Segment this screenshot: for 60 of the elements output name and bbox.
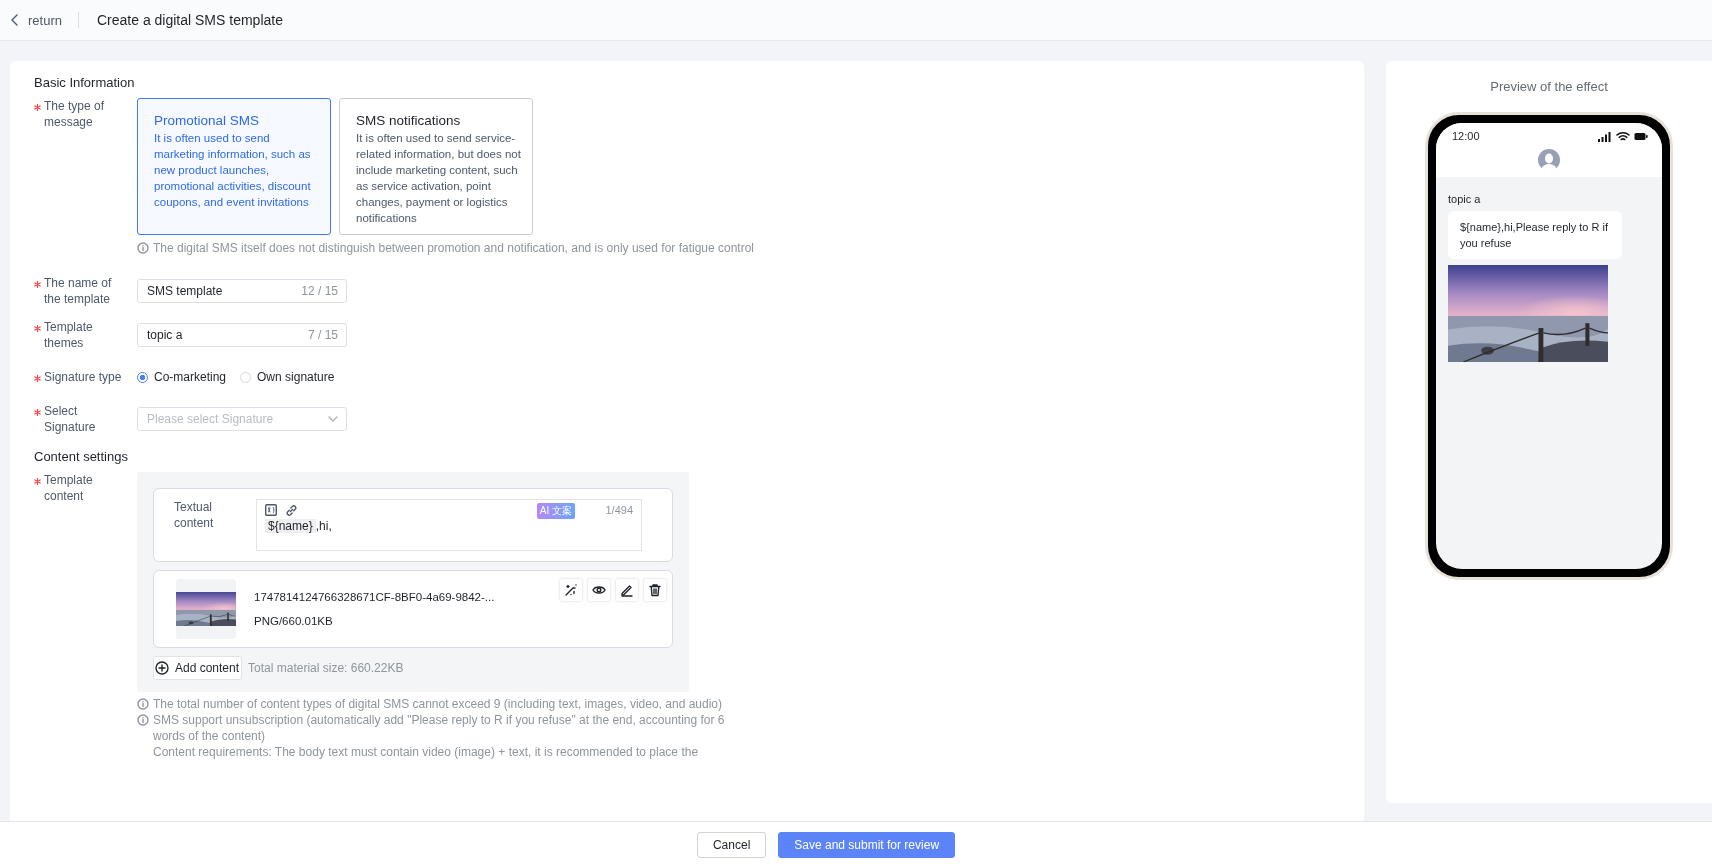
hint-text: SMS support unsubscription (automatically add "Please reply to R if you refuse" at the end, accounting for 6 words of the content) — [153, 712, 726, 744]
back-icon[interactable] — [10, 13, 20, 27]
card-title: Promotional SMS — [154, 113, 261, 128]
delete-icon — [648, 583, 662, 597]
status-time: 12:00 — [1452, 130, 1480, 142]
field-label: Textual content — [174, 499, 215, 532]
message-subject: topic a — [1448, 193, 1482, 205]
delete-button[interactable] — [644, 579, 666, 601]
edit-button[interactable] — [616, 579, 638, 601]
content-editor[interactable]: AI 文案 1/494 ${name} ,hi, — [256, 499, 642, 551]
card-title: SMS notifications — [356, 113, 462, 128]
file-meta: PNG/660.01KB — [254, 615, 334, 627]
battery-icon — [1634, 131, 1648, 141]
cancel-button[interactable]: Cancel — [696, 832, 767, 858]
char-counter: 1/494 — [605, 504, 633, 516]
info-icon — [137, 698, 149, 710]
link-icon — [285, 504, 298, 517]
select-field[interactable]: Please select Signature — [137, 407, 347, 431]
editor-text: ,hi, — [315, 519, 332, 533]
add-content-button[interactable]: Add content — [153, 656, 243, 680]
message-bubble: ${name},hi,Please reply to R if you refuse — [1448, 211, 1622, 259]
info-icon — [137, 242, 149, 254]
radio-icon[interactable] — [137, 371, 148, 383]
field-label: Signature type — [44, 369, 123, 385]
hint-text: Content requirements: The body text must contain video (image) + text, it is recommended to place the — [153, 744, 699, 760]
info-icon — [137, 714, 149, 726]
plus-circle-icon — [155, 661, 169, 675]
field-label: Template content — [44, 472, 94, 504]
message-type-card[interactable]: Promotional SMS It is often used to send marketing information, such as new product launches, promotional activities, discount coupons, and event invitations — [137, 98, 331, 235]
signal-icon — [1598, 130, 1612, 142]
variable-icon — [265, 504, 277, 516]
edit-icon — [620, 583, 634, 597]
hint-text: The digital SMS itself does not distinguish between promotion and notification, and is only used for fatigue control — [153, 241, 755, 255]
char-counter: 7 / 15 — [307, 328, 338, 342]
card-description: It is often used to send service-related information, but does not include marketing content, such as service activation, point changes, payment or logistics notifications — [356, 131, 522, 226]
page-title: Create a digital SMS template — [96, 12, 283, 28]
preview-button[interactable] — [588, 579, 610, 601]
avatar-icon — [1538, 149, 1560, 171]
section-heading: Basic Information — [34, 75, 136, 90]
wifi-icon — [1616, 130, 1630, 142]
magic-wand-icon — [564, 583, 578, 597]
chevron-down-icon — [328, 416, 338, 422]
field-label: Select Signature — [44, 403, 97, 435]
variable-tag: ${name} — [265, 519, 316, 533]
preview-title: Preview of the effect — [1490, 79, 1608, 94]
radio-label[interactable]: Co-marketing — [154, 370, 227, 384]
section-heading: Content settings — [34, 449, 129, 464]
eye-icon — [592, 583, 606, 597]
field-label: The type of message — [44, 98, 106, 130]
file-name: 1747814124766328671CF-8BF0-4a69-9842-... — [254, 591, 495, 603]
back-button[interactable]: return — [10, 12, 70, 28]
card-description: It is often used to send marketing information, such as new product launches, promotional activities, discount coupons, and event invitations — [154, 131, 312, 210]
total-size: Total material size: 660.22KB — [248, 661, 404, 675]
radio-label[interactable]: Own signature — [257, 370, 335, 384]
message-type-card[interactable]: SMS notifications It is often used to send service-related information, but does not include marketing content, such as service activation, point changes, payment or logistics notifications — [339, 98, 533, 235]
field-label: The name of the template — [44, 275, 113, 307]
hint-text: The total number of content types of digital SMS cannot exceed 9 (including text, images, video, and audio) — [153, 696, 722, 712]
magic-wand-button[interactable] — [560, 579, 582, 601]
field-label: Template themes — [44, 319, 94, 351]
char-counter: 12 / 15 — [301, 284, 338, 298]
